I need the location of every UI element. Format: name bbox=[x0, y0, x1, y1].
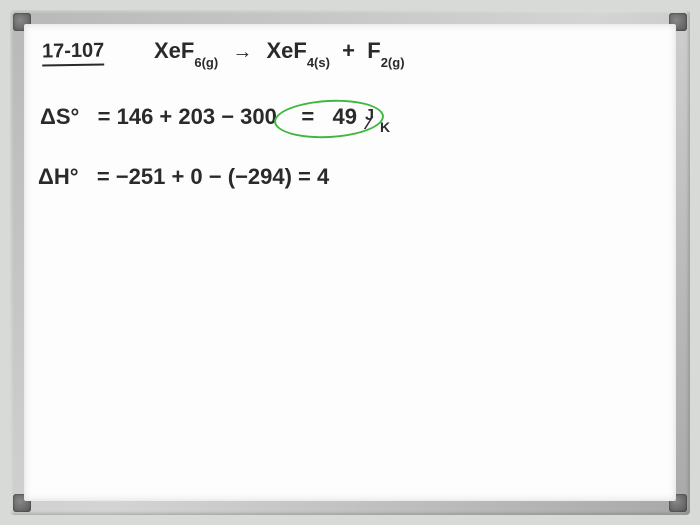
entropy-label: ΔS° bbox=[40, 104, 79, 129]
whiteboard-surface: 17-107 XeF6(g) → XeF4(s) + F2(g) ΔS° = 1… bbox=[24, 24, 676, 501]
reaction-arrow-icon: → bbox=[232, 41, 252, 64]
whiteboard-frame: 17-107 XeF6(g) → XeF4(s) + F2(g) ΔS° = 1… bbox=[10, 10, 690, 515]
chemical-equation: XeF6(g) → XeF4(s) + F2(g) bbox=[154, 38, 405, 66]
product2-formula: F bbox=[367, 38, 380, 63]
product1-subscript: 4(s) bbox=[307, 55, 330, 70]
problem-number: 17-107 bbox=[42, 39, 105, 66]
enthalpy-expression: = −251 + 0 − (−294) = 4 bbox=[97, 164, 329, 189]
enthalpy-line: ΔH° = −251 + 0 − (−294) = 4 bbox=[38, 164, 329, 190]
reactant-subscript: 6(g) bbox=[194, 55, 218, 70]
enthalpy-label: ΔH° bbox=[38, 164, 79, 189]
product1-formula: XeF bbox=[266, 38, 306, 63]
product2-subscript: 2(g) bbox=[381, 55, 405, 70]
entropy-expression: = 146 + 203 − 300 bbox=[98, 104, 277, 129]
reactant-formula: XeF bbox=[154, 38, 194, 63]
